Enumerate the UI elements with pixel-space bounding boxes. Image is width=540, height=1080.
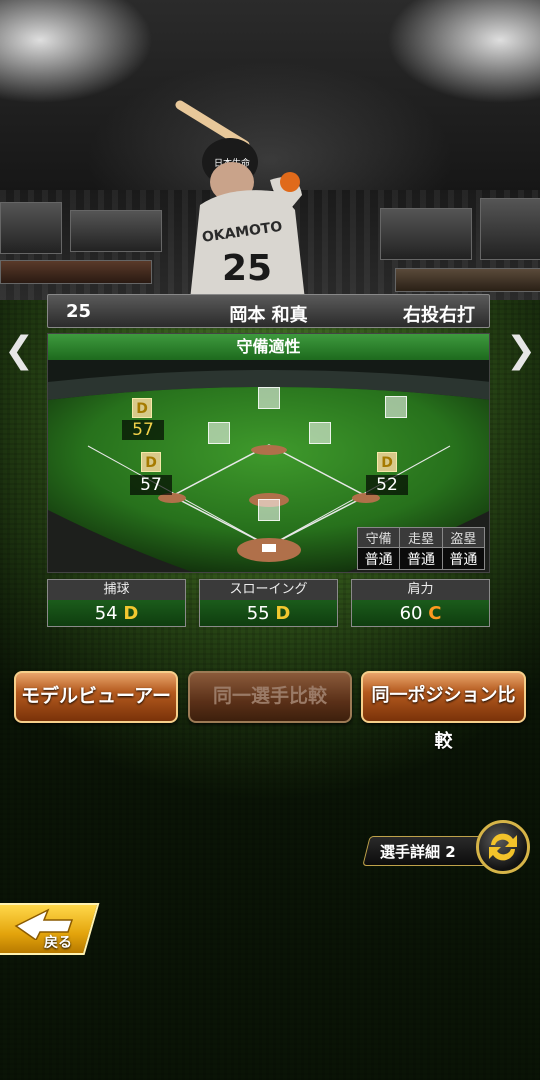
stat-grade: D <box>123 603 139 624</box>
first-base-value: 52 <box>366 475 408 495</box>
summary-value: 普通 <box>441 547 486 570</box>
third-base-value: 57 <box>130 475 172 495</box>
detail-label: 選手詳細 2 <box>380 843 456 861</box>
back-button[interactable]: 戻る <box>0 900 100 958</box>
summary-header: 走塁 <box>399 527 443 548</box>
player-detail-2-button[interactable]: 選手詳細 2 <box>362 820 530 874</box>
same-player-compare-button[interactable]: 同一選手比較 <box>188 671 352 723</box>
same-position-compare-button[interactable]: 同一ポジション比較 <box>361 671 526 752</box>
player-name-bar: 25 岡本 和真 右投右打 <box>47 294 490 328</box>
stat-label: 肩力 <box>407 582 434 597</box>
summary-value: 普通 <box>356 547 401 570</box>
stat-label: スローイング <box>229 582 308 597</box>
left-field-value: 57 <box>122 420 164 440</box>
running-summary-table: 守備 走塁 盗塁 普通 普通 普通 <box>356 527 486 570</box>
position-ss-empty <box>208 422 230 444</box>
stat-throwing: スローイング 55 D <box>199 579 338 627</box>
position-c-empty <box>258 499 280 521</box>
prev-player-arrow[interactable]: ❮ <box>4 328 34 374</box>
fielding-title: 守備適性 <box>48 334 489 361</box>
third-base-grade: D <box>141 452 161 472</box>
player-handedness: 右投右打 <box>403 305 475 326</box>
stat-label: 捕球 <box>103 582 130 597</box>
stat-value: 60 <box>399 603 423 624</box>
stat-grade: D <box>275 603 291 624</box>
jersey-number: 25 <box>222 248 272 289</box>
model-viewer-button[interactable]: モデルビューアー <box>14 671 178 723</box>
fielding-aptitude-panel: 守備適性 D 57 D 57 D 52 守備 走塁 盗塁 普通 普通 普通 <box>47 333 490 573</box>
stat-arm-strength: 肩力 60 C <box>351 579 490 627</box>
player-batter-image: 日本生命 OKAMOTO 25 <box>175 100 305 300</box>
stat-value-line: 55 D <box>200 601 337 627</box>
first-base-grade: D <box>377 452 397 472</box>
back-label: 戻る <box>44 935 72 951</box>
next-player-arrow[interactable]: ❯ <box>506 328 536 374</box>
summary-header: 守備 <box>356 527 401 548</box>
stat-value: 54 <box>94 603 118 624</box>
stat-catching: 捕球 54 D <box>47 579 186 627</box>
position-cf-empty <box>258 387 280 409</box>
stat-value-line: 60 C <box>352 601 489 627</box>
stat-value-line: 54 D <box>48 601 185 627</box>
position-rf-empty <box>385 396 407 418</box>
summary-value: 普通 <box>399 547 443 570</box>
summary-header: 盗塁 <box>441 527 486 548</box>
switch-icon <box>476 820 530 874</box>
stat-grade: C <box>428 603 442 624</box>
left-field-grade: D <box>132 398 152 418</box>
position-2b-empty <box>309 422 331 444</box>
stat-value: 55 <box>246 603 270 624</box>
